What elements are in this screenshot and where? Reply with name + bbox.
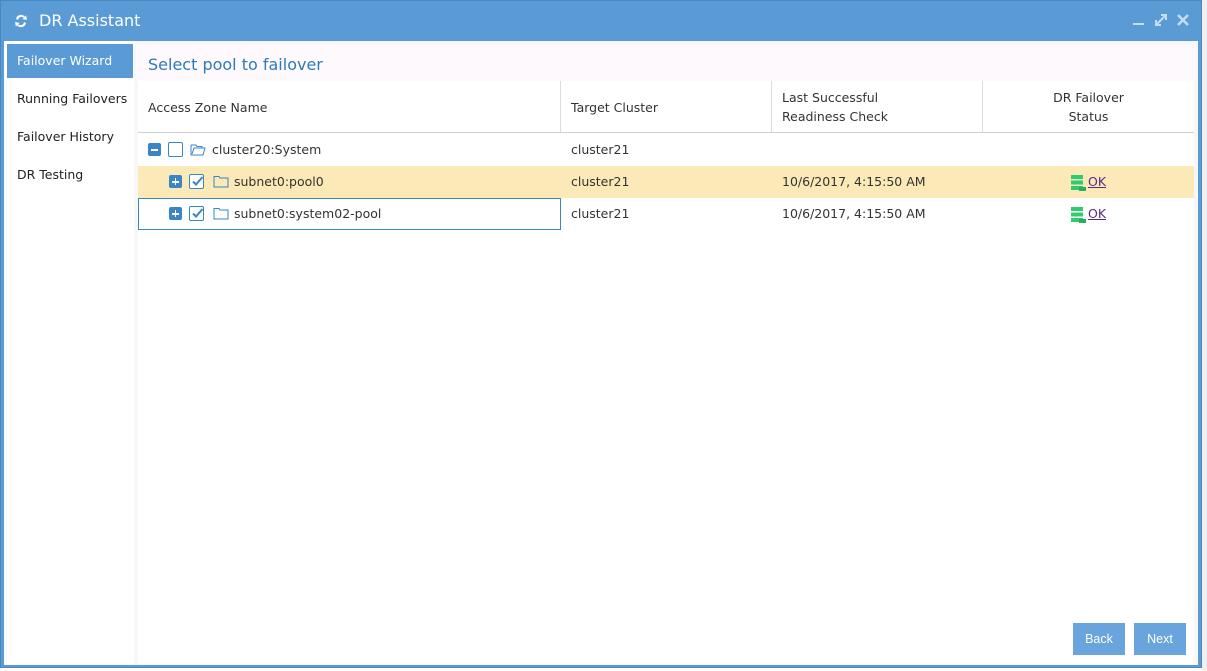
status-ok-link[interactable]: OK: [1088, 174, 1106, 189]
expand-icon[interactable]: [169, 175, 182, 188]
server-status-icon: [1071, 175, 1086, 191]
dr-status-link[interactable]: OK: [1088, 166, 1106, 198]
column-header-readiness[interactable]: Last Successful Readiness Check: [772, 81, 983, 133]
dr-assistant-window: DR Assistant Failover Wizard Running Fai…: [0, 0, 1202, 668]
minimize-icon[interactable]: [1131, 12, 1147, 28]
column-header-label: Last Successful: [782, 90, 879, 105]
row-checkbox[interactable]: [189, 174, 204, 189]
next-button[interactable]: Next: [1134, 623, 1186, 655]
table-row[interactable]: subnet0:pool0 cluster21 10/6/2017, 4:15:…: [138, 166, 1194, 198]
row-checkbox[interactable]: [168, 142, 183, 157]
readiness-check: 10/6/2017, 4:15:50 AM: [782, 174, 926, 189]
dr-status-link[interactable]: OK: [1088, 198, 1106, 230]
table-row[interactable]: cluster20:System cluster21: [138, 134, 1194, 166]
server-status-icon: [1071, 207, 1086, 223]
title-bar: DR Assistant: [1, 1, 1201, 41]
column-header-access-zone[interactable]: Access Zone Name: [138, 81, 561, 133]
sidebar-item-failover-history[interactable]: Failover History: [7, 120, 133, 154]
main-panel: Select pool to failover Access Zone Name…: [134, 41, 1198, 665]
maximize-icon[interactable]: [1153, 12, 1169, 28]
sidebar: Failover Wizard Running Failovers Failov…: [4, 41, 134, 665]
readiness-check: 10/6/2017, 4:15:50 AM: [782, 206, 926, 221]
column-header-label: Access Zone Name: [148, 99, 268, 115]
column-header-label: Target Cluster: [571, 99, 659, 115]
sync-icon: [15, 14, 27, 28]
header-divider: [138, 132, 1194, 133]
close-icon[interactable]: [1175, 12, 1191, 28]
column-header-dr-status[interactable]: DR Failover Status: [983, 81, 1194, 133]
target-cluster: cluster21: [571, 142, 630, 157]
sidebar-item-dr-testing[interactable]: DR Testing: [7, 158, 133, 192]
access-zone-name: subnet0:pool0: [234, 174, 324, 189]
access-zone-name: cluster20:System: [212, 142, 322, 157]
target-cluster: cluster21: [571, 174, 630, 189]
sidebar-item-running-failovers[interactable]: Running Failovers: [7, 82, 133, 116]
access-zone-name: subnet0:system02-pool: [234, 206, 382, 221]
folder-icon: [213, 208, 229, 220]
column-header-target-cluster[interactable]: Target Cluster: [561, 81, 772, 133]
table-row[interactable]: subnet0:system02-pool cluster21 10/6/201…: [138, 198, 1194, 230]
window-title: DR Assistant: [39, 11, 141, 30]
row-checkbox[interactable]: [189, 206, 204, 221]
expand-icon[interactable]: [169, 207, 182, 220]
folder-icon: [213, 176, 229, 188]
pool-table: Access Zone Name Target Cluster Last Suc…: [138, 81, 1194, 665]
column-header-label: Status: [1068, 109, 1109, 124]
status-ok-link[interactable]: OK: [1088, 206, 1106, 221]
page-title: Select pool to failover: [148, 55, 323, 74]
sidebar-item-failover-wizard[interactable]: Failover Wizard: [7, 44, 133, 78]
header: Select pool to failover: [136, 45, 1196, 81]
column-header-label: DR Failover: [1053, 90, 1124, 105]
collapse-icon[interactable]: [148, 143, 161, 156]
column-header-label: Readiness Check: [782, 109, 888, 124]
back-button[interactable]: Back: [1073, 623, 1125, 655]
folder-open-icon: [190, 144, 206, 156]
window-body: Failover Wizard Running Failovers Failov…: [4, 41, 1198, 665]
background-strip: [1202, 0, 1207, 671]
target-cluster: cluster21: [571, 206, 630, 221]
